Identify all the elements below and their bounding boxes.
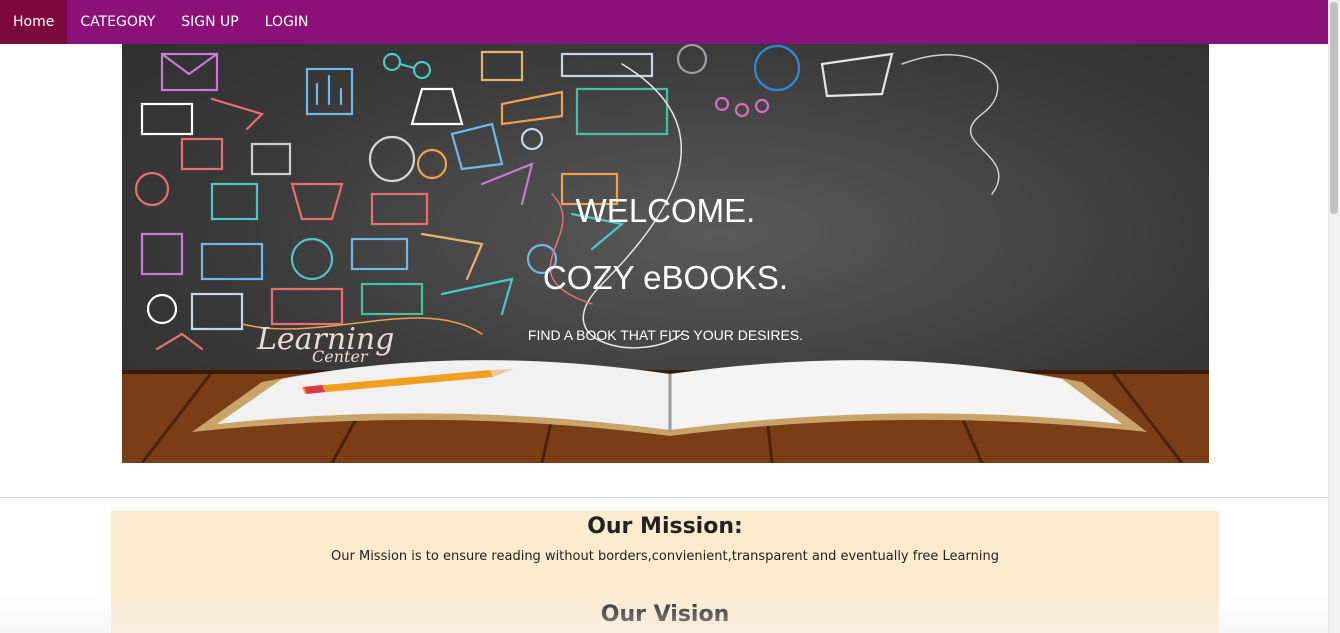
section-divider — [0, 497, 1328, 498]
chalk-center-text: Center — [312, 347, 369, 366]
hero-illustration: Learning Center — [122, 44, 1209, 463]
page-scrollbar[interactable] — [1328, 0, 1340, 633]
hero-welcome-heading: WELCOME. — [575, 192, 756, 229]
vision-title: Our Vision — [600, 602, 730, 627]
nav-login[interactable]: LOGIN — [252, 0, 322, 44]
mission-title: Our Mission: — [587, 514, 743, 539]
scrollbar-thumb[interactable] — [1330, 2, 1338, 214]
nav-sign-up[interactable]: SIGN UP — [168, 0, 251, 44]
nav-category[interactable]: CATEGORY — [67, 0, 168, 44]
hero-banner: Learning Center WELCOME. COZY eBOOKS. FI… — [122, 44, 1209, 463]
nav-home[interactable]: Home — [0, 0, 68, 44]
top-navbar: Home CATEGORY SIGN UP LOGIN — [0, 0, 1328, 44]
hero-tagline: FIND A BOOK THAT FITS YOUR DESIRES. — [527, 327, 804, 343]
hero-brand-heading: COZY eBOOKS. — [542, 259, 789, 296]
mission-text: Our Mission is to ensure reading without… — [331, 549, 999, 564]
mission-vision-section: Our Mission: Our Mission is to ensure re… — [111, 511, 1219, 633]
